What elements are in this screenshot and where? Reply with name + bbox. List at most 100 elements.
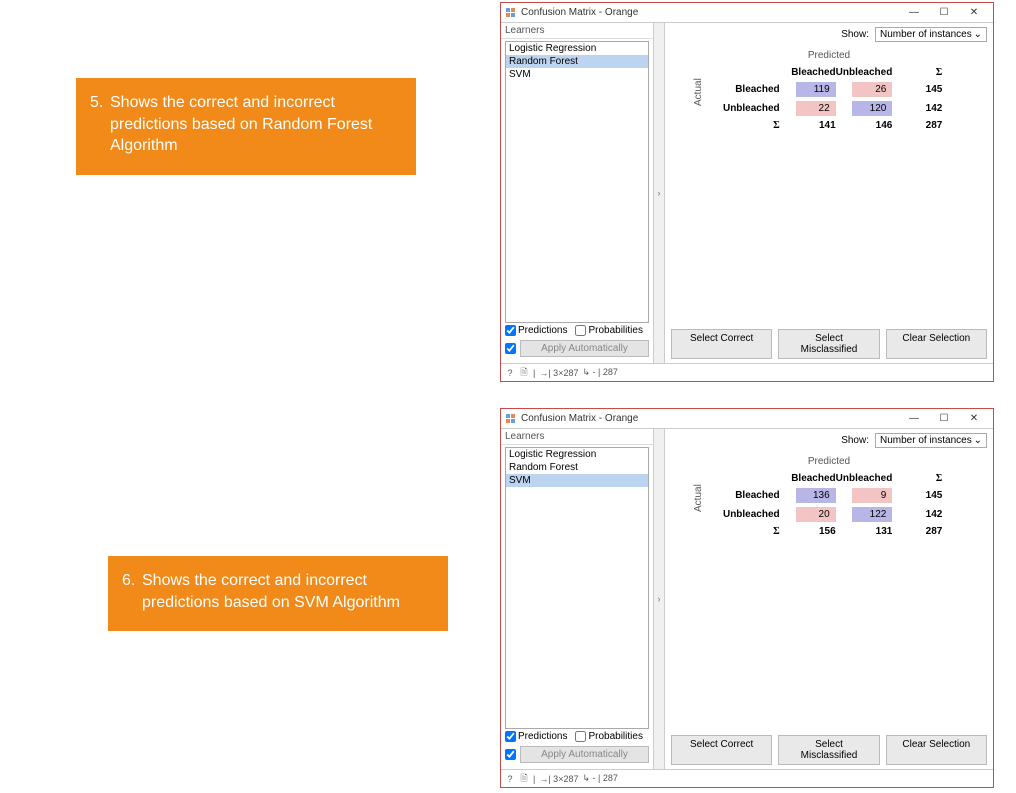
help-icon[interactable]: ?: [505, 368, 515, 378]
chevron-right-icon: ›: [658, 594, 661, 604]
select-correct-button[interactable]: Select Correct: [671, 735, 772, 765]
callout-rf: 5. Shows the correct and incorrect predi…: [76, 78, 416, 175]
cell-fp-unbleached[interactable]: 22: [796, 101, 836, 116]
confusion-matrix: Actual Predicted Bleached Unbleached Σ B…: [665, 46, 993, 325]
row-sum-unbleached: 142: [892, 99, 942, 118]
chevron-right-icon: ›: [658, 188, 661, 198]
col-header-bleached: Bleached: [786, 471, 836, 486]
learners-header: Learners: [501, 23, 653, 39]
chevron-down-icon: ⌄: [974, 29, 982, 40]
report-icon[interactable]: 🗎: [519, 774, 529, 784]
cell-tp-bleached[interactable]: 119: [796, 82, 836, 97]
app-icon: [505, 413, 517, 425]
predictions-checkbox[interactable]: Predictions: [505, 325, 567, 336]
confusion-matrix: Actual Predicted Bleached Unbleached Σ B…: [665, 452, 993, 731]
matrix-table[interactable]: Bleached Unbleached Σ Bleached 136 9 145…: [716, 471, 943, 539]
col-header-bleached: Bleached: [786, 65, 836, 80]
col-sum-unbleached: 131: [836, 524, 893, 539]
probabilities-checkbox-input[interactable]: [575, 731, 586, 742]
probabilities-checkbox-label: Probabilities: [588, 731, 642, 742]
minimize-button[interactable]: —: [899, 410, 929, 428]
select-correct-button[interactable]: Select Correct: [671, 329, 772, 359]
show-dropdown[interactable]: Number of instances ⌄: [875, 433, 987, 448]
help-icon[interactable]: ?: [505, 774, 515, 784]
collapse-toggle[interactable]: ›: [653, 429, 665, 769]
probabilities-checkbox-input[interactable]: [575, 325, 586, 336]
col-header-sum: Σ: [892, 65, 942, 80]
cell-fn-bleached[interactable]: 26: [852, 82, 892, 97]
col-sum-bleached: 141: [786, 118, 836, 133]
window-title: Confusion Matrix - Orange: [521, 7, 638, 18]
status-output: ↳ - | 287: [582, 367, 617, 378]
apply-button[interactable]: Apply Automatically: [520, 746, 649, 763]
report-icon[interactable]: 🗎: [519, 368, 529, 378]
status-output: ↳ - | 287: [582, 773, 617, 784]
row-sum-bleached: 145: [892, 80, 942, 99]
row-header-sum: Σ: [716, 118, 786, 133]
row-sum-bleached: 145: [892, 486, 942, 505]
apply-button[interactable]: Apply Automatically: [520, 340, 649, 357]
col-header-unbleached: Unbleached: [836, 471, 893, 486]
row-header-bleached: Bleached: [716, 80, 786, 99]
predictions-checkbox-input[interactable]: [505, 731, 516, 742]
learner-item-logistic[interactable]: Logistic Regression: [506, 448, 648, 461]
show-label: Show:: [841, 29, 869, 40]
select-misclassified-button[interactable]: Select Misclassified: [778, 329, 879, 359]
auto-apply-checkbox[interactable]: [505, 749, 516, 760]
close-button[interactable]: ✕: [959, 4, 989, 22]
callout-number: 5.: [90, 92, 103, 114]
show-label: Show:: [841, 435, 869, 446]
col-header-sum: Σ: [892, 471, 942, 486]
total-sum: 287: [892, 118, 942, 133]
cell-tn-unbleached[interactable]: 122: [852, 507, 892, 522]
show-dropdown-value: Number of instances: [880, 435, 972, 446]
callout-number: 6.: [122, 570, 135, 592]
status-input: →| 3×287: [539, 774, 578, 784]
confusion-matrix-window-svm: Confusion Matrix - Orange — ☐ ✕ Learners…: [500, 408, 994, 788]
cell-fn-bleached[interactable]: 9: [852, 488, 892, 503]
row-header-unbleached: Unbleached: [716, 99, 786, 118]
cell-tn-unbleached[interactable]: 120: [852, 101, 892, 116]
predictions-checkbox-label: Predictions: [518, 731, 567, 742]
clear-selection-button[interactable]: Clear Selection: [886, 735, 987, 765]
probabilities-checkbox-label: Probabilities: [588, 325, 642, 336]
show-dropdown[interactable]: Number of instances ⌄: [875, 27, 987, 42]
learners-list[interactable]: Logistic Regression Random Forest SVM: [505, 41, 649, 323]
close-button[interactable]: ✕: [959, 410, 989, 428]
learner-item-randomforest[interactable]: Random Forest: [506, 461, 648, 474]
col-sum-bleached: 156: [786, 524, 836, 539]
maximize-button[interactable]: ☐: [929, 4, 959, 22]
learners-list[interactable]: Logistic Regression Random Forest SVM: [505, 447, 649, 729]
show-dropdown-value: Number of instances: [880, 29, 972, 40]
predictions-checkbox[interactable]: Predictions: [505, 731, 567, 742]
minimize-button[interactable]: —: [899, 4, 929, 22]
maximize-button[interactable]: ☐: [929, 410, 959, 428]
app-icon: [505, 7, 517, 19]
collapse-toggle[interactable]: ›: [653, 23, 665, 363]
learner-item-svm[interactable]: SVM: [506, 68, 648, 81]
learner-item-randomforest[interactable]: Random Forest: [506, 55, 648, 68]
titlebar[interactable]: Confusion Matrix - Orange — ☐ ✕: [501, 409, 993, 429]
confusion-matrix-window-rf: Confusion Matrix - Orange — ☐ ✕ Learners…: [500, 2, 994, 382]
probabilities-checkbox[interactable]: Probabilities: [575, 325, 642, 336]
learners-header: Learners: [501, 429, 653, 445]
cell-fp-unbleached[interactable]: 20: [796, 507, 836, 522]
total-sum: 287: [892, 524, 942, 539]
predictions-checkbox-input[interactable]: [505, 325, 516, 336]
predicted-axis-label: Predicted: [665, 456, 993, 467]
predicted-axis-label: Predicted: [665, 50, 993, 61]
select-misclassified-button[interactable]: Select Misclassified: [778, 735, 879, 765]
window-title: Confusion Matrix - Orange: [521, 413, 638, 424]
cell-tp-bleached[interactable]: 136: [796, 488, 836, 503]
auto-apply-checkbox[interactable]: [505, 343, 516, 354]
learner-item-svm[interactable]: SVM: [506, 474, 648, 487]
matrix-table[interactable]: Bleached Unbleached Σ Bleached 119 26 14…: [716, 65, 943, 133]
actual-axis-label: Actual: [693, 78, 704, 106]
clear-selection-button[interactable]: Clear Selection: [886, 329, 987, 359]
learner-item-logistic[interactable]: Logistic Regression: [506, 42, 648, 55]
predictions-checkbox-label: Predictions: [518, 325, 567, 336]
status-input: →| 3×287: [539, 368, 578, 378]
probabilities-checkbox[interactable]: Probabilities: [575, 731, 642, 742]
callout-text: Shows the correct and incorrect predicti…: [142, 572, 400, 611]
titlebar[interactable]: Confusion Matrix - Orange — ☐ ✕: [501, 3, 993, 23]
